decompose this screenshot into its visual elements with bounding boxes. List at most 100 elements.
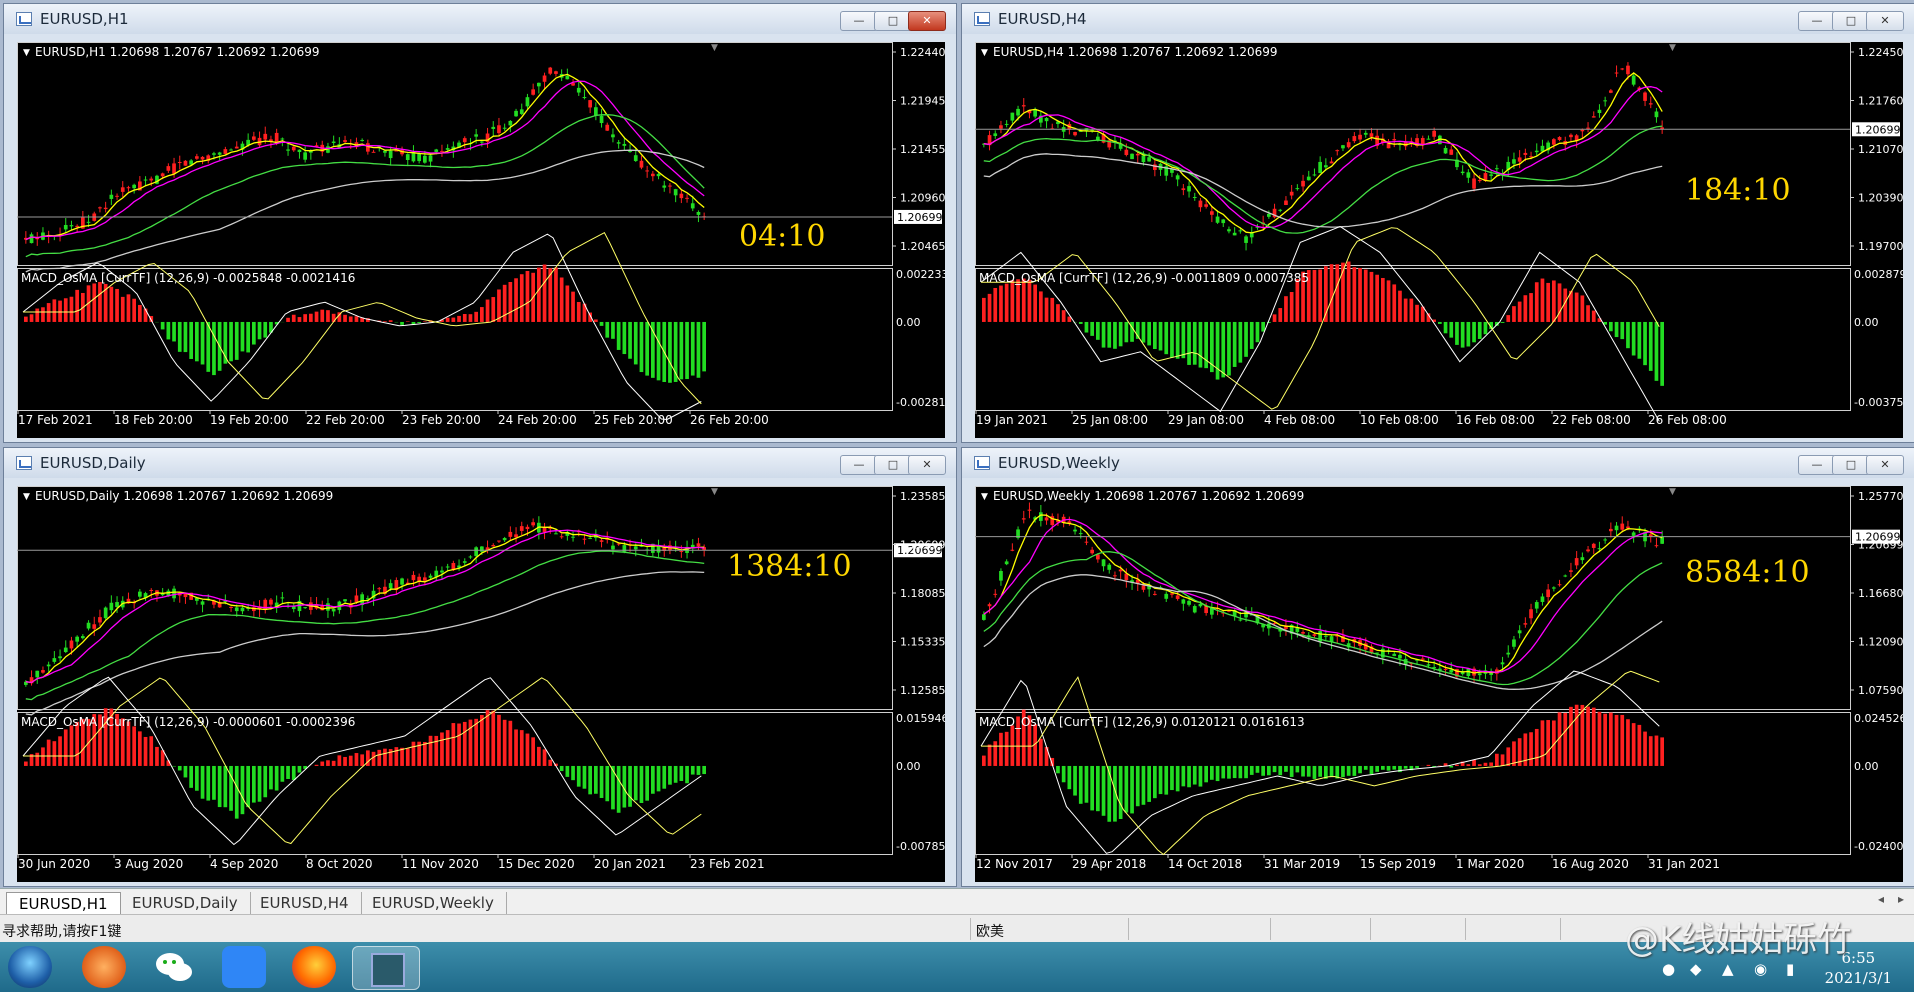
price-chart[interactable]: 1.20699 1.23585 1.20699 1.18085 1.15335 1.125… xyxy=(17,486,945,882)
osma-histogram-bar xyxy=(1403,298,1408,322)
osma-histogram-bar xyxy=(1381,277,1385,322)
chart-canvas[interactable]: 1.206991.257701.206991.166801.120901.075… xyxy=(975,486,1903,882)
chart-canvas[interactable]: 1.206991.235851.206991.180851.153351.125… xyxy=(17,486,945,882)
candle-body xyxy=(1426,664,1431,666)
close-button[interactable]: ✕ xyxy=(908,455,946,475)
firefox-icon[interactable] xyxy=(292,946,336,988)
candle-body xyxy=(999,571,1003,581)
candle-body xyxy=(1477,673,1482,676)
chart-window-eurusd-weekly[interactable]: EURUSD,Weekly — □ ✕ 1.20699 1.25770 1.20699 1.1… xyxy=(961,447,1914,887)
chart-shift-marker-icon[interactable]: ▼ xyxy=(711,43,718,53)
candle-body xyxy=(525,526,530,530)
chart-shift-marker-icon[interactable]: ▼ xyxy=(1669,43,1676,53)
price-chart[interactable]: 1.20699 1.22440 1.21945 1.21455 1.20960 1.204… xyxy=(17,42,945,438)
candle-body xyxy=(1135,153,1140,156)
window-title-bar[interactable]: EURUSD,H4 — □ ✕ xyxy=(962,4,1914,34)
close-button[interactable]: ✕ xyxy=(1866,455,1904,475)
osma-histogram-bar xyxy=(388,320,393,322)
osma-histogram-bar xyxy=(1107,321,1112,348)
minimize-button[interactable]: — xyxy=(840,11,878,31)
osma-histogram-bar xyxy=(1084,321,1089,333)
tray-network-icon[interactable]: ▲ xyxy=(1722,960,1734,978)
candle-body xyxy=(1215,216,1220,223)
price-tick-label: 1.23585 xyxy=(900,490,945,503)
chart-shift-marker-icon[interactable]: ▼ xyxy=(1669,487,1676,497)
tab-eurusd-daily[interactable]: EURUSD,Daily xyxy=(120,892,251,914)
osma-histogram-bar xyxy=(1215,765,1220,782)
tab-eurusd-h4[interactable]: EURUSD,H4 xyxy=(248,892,362,914)
candle-body xyxy=(1643,92,1647,101)
osma-histogram-bar xyxy=(690,321,695,376)
candle-body xyxy=(172,163,176,174)
osma-histogram-bar xyxy=(554,267,558,322)
candle-body xyxy=(291,146,296,151)
tray-signal-icon[interactable]: ▮ xyxy=(1786,960,1794,978)
candle-body xyxy=(1130,153,1134,160)
candle-body xyxy=(480,141,484,143)
window-title-bar[interactable]: EURUSD,Daily — □ ✕ xyxy=(4,448,956,478)
minimize-button[interactable]: — xyxy=(1798,455,1836,475)
osma-histogram-bar xyxy=(423,321,427,322)
tray-volume-icon[interactable]: ◉ xyxy=(1754,960,1767,978)
maximize-button[interactable]: □ xyxy=(874,455,912,475)
osma-histogram-bar xyxy=(200,321,205,365)
osma-histogram-bar xyxy=(982,297,986,322)
chart-shift-marker-icon[interactable]: ▼ xyxy=(711,487,718,497)
osma-histogram-bar xyxy=(92,283,97,322)
osma-histogram-bar xyxy=(685,321,689,380)
candle-body xyxy=(445,566,450,568)
maximize-button[interactable]: □ xyxy=(1832,455,1870,475)
maximize-button[interactable]: □ xyxy=(1832,11,1870,31)
tab-scroll-left-icon[interactable]: ◂ xyxy=(1878,892,1884,906)
minimize-button[interactable]: — xyxy=(1798,11,1836,31)
ma-mid-line xyxy=(25,529,705,684)
tray-wechat-icon[interactable]: ● xyxy=(1662,960,1675,978)
osma-histogram-bar xyxy=(480,715,484,766)
date-tick-label: 30 Jun 2020 xyxy=(18,857,90,871)
collapse-arrow-icon[interactable]: ▼ xyxy=(981,48,988,58)
osma-histogram-bar xyxy=(229,321,233,362)
minimize-button[interactable]: — xyxy=(840,455,878,475)
candle-body xyxy=(1192,606,1197,613)
osma-histogram-bar xyxy=(1489,762,1493,766)
start-orb-icon[interactable] xyxy=(8,946,52,988)
candle-body xyxy=(537,82,541,87)
tab-eurusd-h1[interactable]: EURUSD,H1 xyxy=(6,892,121,915)
chart-window-eurusd-h1[interactable]: EURUSD,H1 — □ ✕ 1.20699 1.22440 1.21945 1.21455… xyxy=(3,3,957,443)
status-help-text: 寻求帮助,请按F1键 xyxy=(2,924,122,940)
osma-histogram-bar xyxy=(29,314,34,322)
collapse-arrow-icon[interactable]: ▼ xyxy=(981,492,988,502)
app-orange-icon[interactable] xyxy=(82,946,126,988)
trading-terminal-icon[interactable] xyxy=(352,946,420,990)
collapse-arrow-icon[interactable]: ▼ xyxy=(23,492,30,502)
osma-histogram-bar xyxy=(999,285,1003,322)
tab-eurusd-weekly[interactable]: EURUSD,Weekly xyxy=(360,892,507,914)
osma-histogram-bar xyxy=(1192,321,1197,365)
osma-histogram-bar xyxy=(1078,765,1083,804)
candle-body xyxy=(1301,631,1305,634)
collapse-arrow-icon[interactable]: ▼ xyxy=(23,48,30,58)
chart-window-eurusd-daily[interactable]: EURUSD,Daily — □ ✕ 1.20699 1.23585 1.20699 1.18… xyxy=(3,447,957,887)
osma-histogram-bar xyxy=(98,282,102,322)
tray-shield-icon[interactable]: ◆ xyxy=(1690,960,1702,978)
maximize-button[interactable]: □ xyxy=(874,11,912,31)
close-button[interactable]: ✕ xyxy=(908,11,946,31)
window-title: EURUSD,Daily xyxy=(40,454,146,472)
chart-canvas[interactable]: 1.20699 1.22450 1.21760 1.21070 1.20390 1.197… xyxy=(975,42,1903,438)
tab-scroll-right-icon[interactable]: ▸ xyxy=(1898,892,1904,906)
candle-body xyxy=(1392,653,1397,657)
osma-histogram-bar xyxy=(1289,765,1294,777)
feishu-icon[interactable] xyxy=(222,946,266,988)
osma-histogram-bar xyxy=(1495,753,1499,766)
close-button[interactable]: ✕ xyxy=(1866,11,1904,31)
wechat-icon[interactable] xyxy=(152,946,196,988)
price-chart[interactable]: 1.20699 1.22450 1.21760 1.21070 1.20390 1.197… xyxy=(975,42,1903,438)
osma-histogram-bar xyxy=(1637,321,1642,359)
window-title-bar[interactable]: EURUSD,H1 — □ ✕ xyxy=(4,4,956,34)
candle-body xyxy=(1603,539,1607,541)
window-title-bar[interactable]: EURUSD,Weekly — □ ✕ xyxy=(962,448,1914,478)
candle-body xyxy=(519,109,524,114)
chart-window-eurusd-h4[interactable]: EURUSD,H4 — □ ✕ 1.20699 1.22450 1.21760 1.21070… xyxy=(961,3,1914,443)
chart-canvas[interactable]: 1.20699 1.22440 1.21945 1.21455 1.20960 1.204… xyxy=(17,42,945,438)
price-chart[interactable]: 1.20699 1.25770 1.20699 1.16680 1.12090 1.075… xyxy=(975,486,1903,882)
